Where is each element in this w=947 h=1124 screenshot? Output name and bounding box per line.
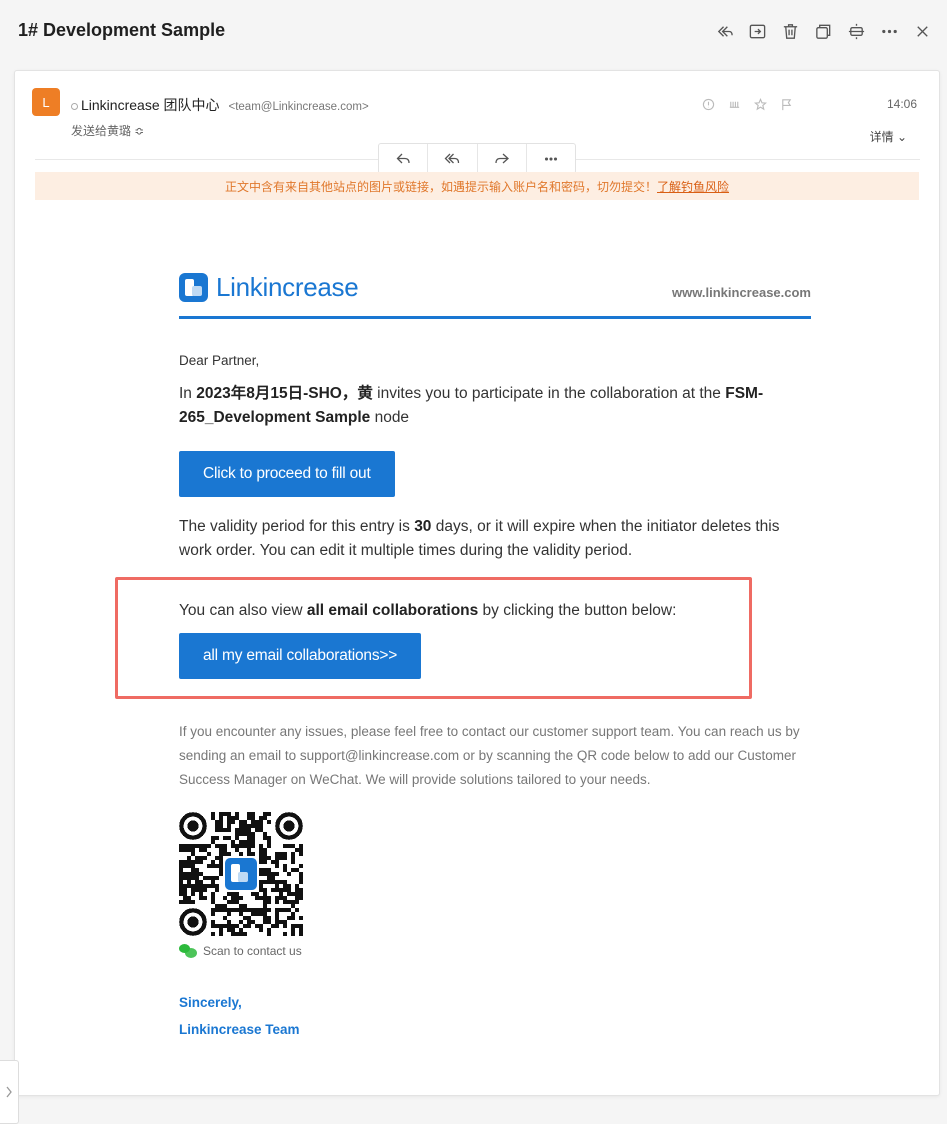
side-panel-handle[interactable]	[0, 1060, 19, 1124]
new-window-icon[interactable]	[807, 18, 840, 44]
wechat-qr-code	[179, 812, 303, 936]
sender-name[interactable]: Linkincrease 团队中心	[81, 95, 220, 115]
scan-label: Scan to contact us	[203, 944, 302, 958]
status-dot-icon	[71, 103, 78, 110]
message-action-bar	[378, 143, 576, 174]
more-icon	[544, 156, 557, 161]
received-time: 14:06	[886, 97, 917, 111]
details-toggle[interactable]: 详情 ⌄	[870, 128, 907, 145]
email-subject: 1# Development Sample	[18, 20, 226, 40]
support-paragraph: If you encounter any issues, please feel…	[179, 724, 800, 787]
validity-paragraph: The validity period for this entry is 30…	[179, 518, 780, 559]
recipient-toggle[interactable]: 发送给黄璐 ≎	[71, 122, 144, 139]
phishing-risk-link[interactable]: 了解钓鱼风险	[657, 178, 729, 195]
close-icon[interactable]	[906, 18, 939, 44]
brand-name: Linkincrease	[216, 272, 359, 302]
top-bar: 1# Development Sample	[0, 0, 947, 62]
fill-out-button[interactable]: Click to proceed to fill out	[179, 451, 395, 497]
top-toolbar	[708, 18, 939, 44]
move-to-folder-icon[interactable]	[741, 18, 774, 44]
greeting: Dear Partner,	[179, 353, 260, 368]
priority-icon[interactable]	[695, 96, 721, 112]
sender-email[interactable]: <team@Linkincrease.com>	[229, 101, 369, 113]
read-receipt-icon[interactable]	[721, 96, 747, 112]
collaborations-block: You can also view all email collaboratio…	[179, 602, 811, 679]
forward-button[interactable]	[478, 144, 527, 173]
collaborations-text: You can also view all email collaboratio…	[179, 602, 677, 619]
linkincrease-logo-icon	[179, 273, 208, 302]
qr-logo-icon	[223, 856, 259, 892]
email-body: Linkincrease www.linkincrease.com Dear P…	[179, 271, 811, 1037]
flag-icon[interactable]	[773, 96, 799, 112]
more-icon[interactable]	[873, 18, 906, 44]
avatar[interactable]: L	[32, 88, 60, 116]
validity-days: 30	[414, 518, 432, 535]
reply-all-icon	[444, 153, 460, 163]
scan-caption: Scan to contact us	[179, 944, 811, 958]
star-icon[interactable]	[747, 96, 773, 112]
signature: Linkincrease Team	[179, 1022, 300, 1037]
reply-all-icon[interactable]	[708, 18, 741, 44]
all-collaborations-button[interactable]: all my email collaborations>>	[179, 633, 422, 679]
reply-button[interactable]	[379, 144, 429, 173]
split-view-icon[interactable]	[840, 18, 873, 44]
reply-all-button[interactable]	[428, 144, 478, 173]
more-actions-button[interactable]	[527, 144, 575, 173]
chevron-right-icon	[6, 1086, 12, 1098]
mail-card: L Linkincrease 团队中心 <team@Linkincrease.c…	[14, 70, 940, 1096]
reply-icon	[396, 153, 410, 163]
phishing-warning-banner: 正文中含有来自其他站点的图片或链接，如遇提示输入账户名和密码，切勿提交！ 了解钓…	[35, 172, 919, 200]
forward-icon	[494, 153, 509, 163]
website-link[interactable]: www.linkincrease.com	[672, 285, 811, 300]
invite-date-initiator: 2023年8月15日-SHO，黄	[196, 385, 373, 402]
warning-text: 正文中含有来自其他站点的图片或链接，如遇提示输入账户名和密码，切勿提交！	[224, 179, 657, 194]
meta-icons	[695, 96, 799, 112]
signoff: Sincerely,	[179, 995, 242, 1010]
sender-row: Linkincrease 团队中心 <team@Linkincrease.com…	[71, 95, 369, 115]
brand-header: Linkincrease www.linkincrease.com	[179, 271, 811, 319]
invite-paragraph: In 2023年8月15日-SHO，黄 invites you to parti…	[179, 385, 764, 426]
wechat-icon	[179, 944, 197, 958]
trash-icon[interactable]	[774, 18, 807, 44]
